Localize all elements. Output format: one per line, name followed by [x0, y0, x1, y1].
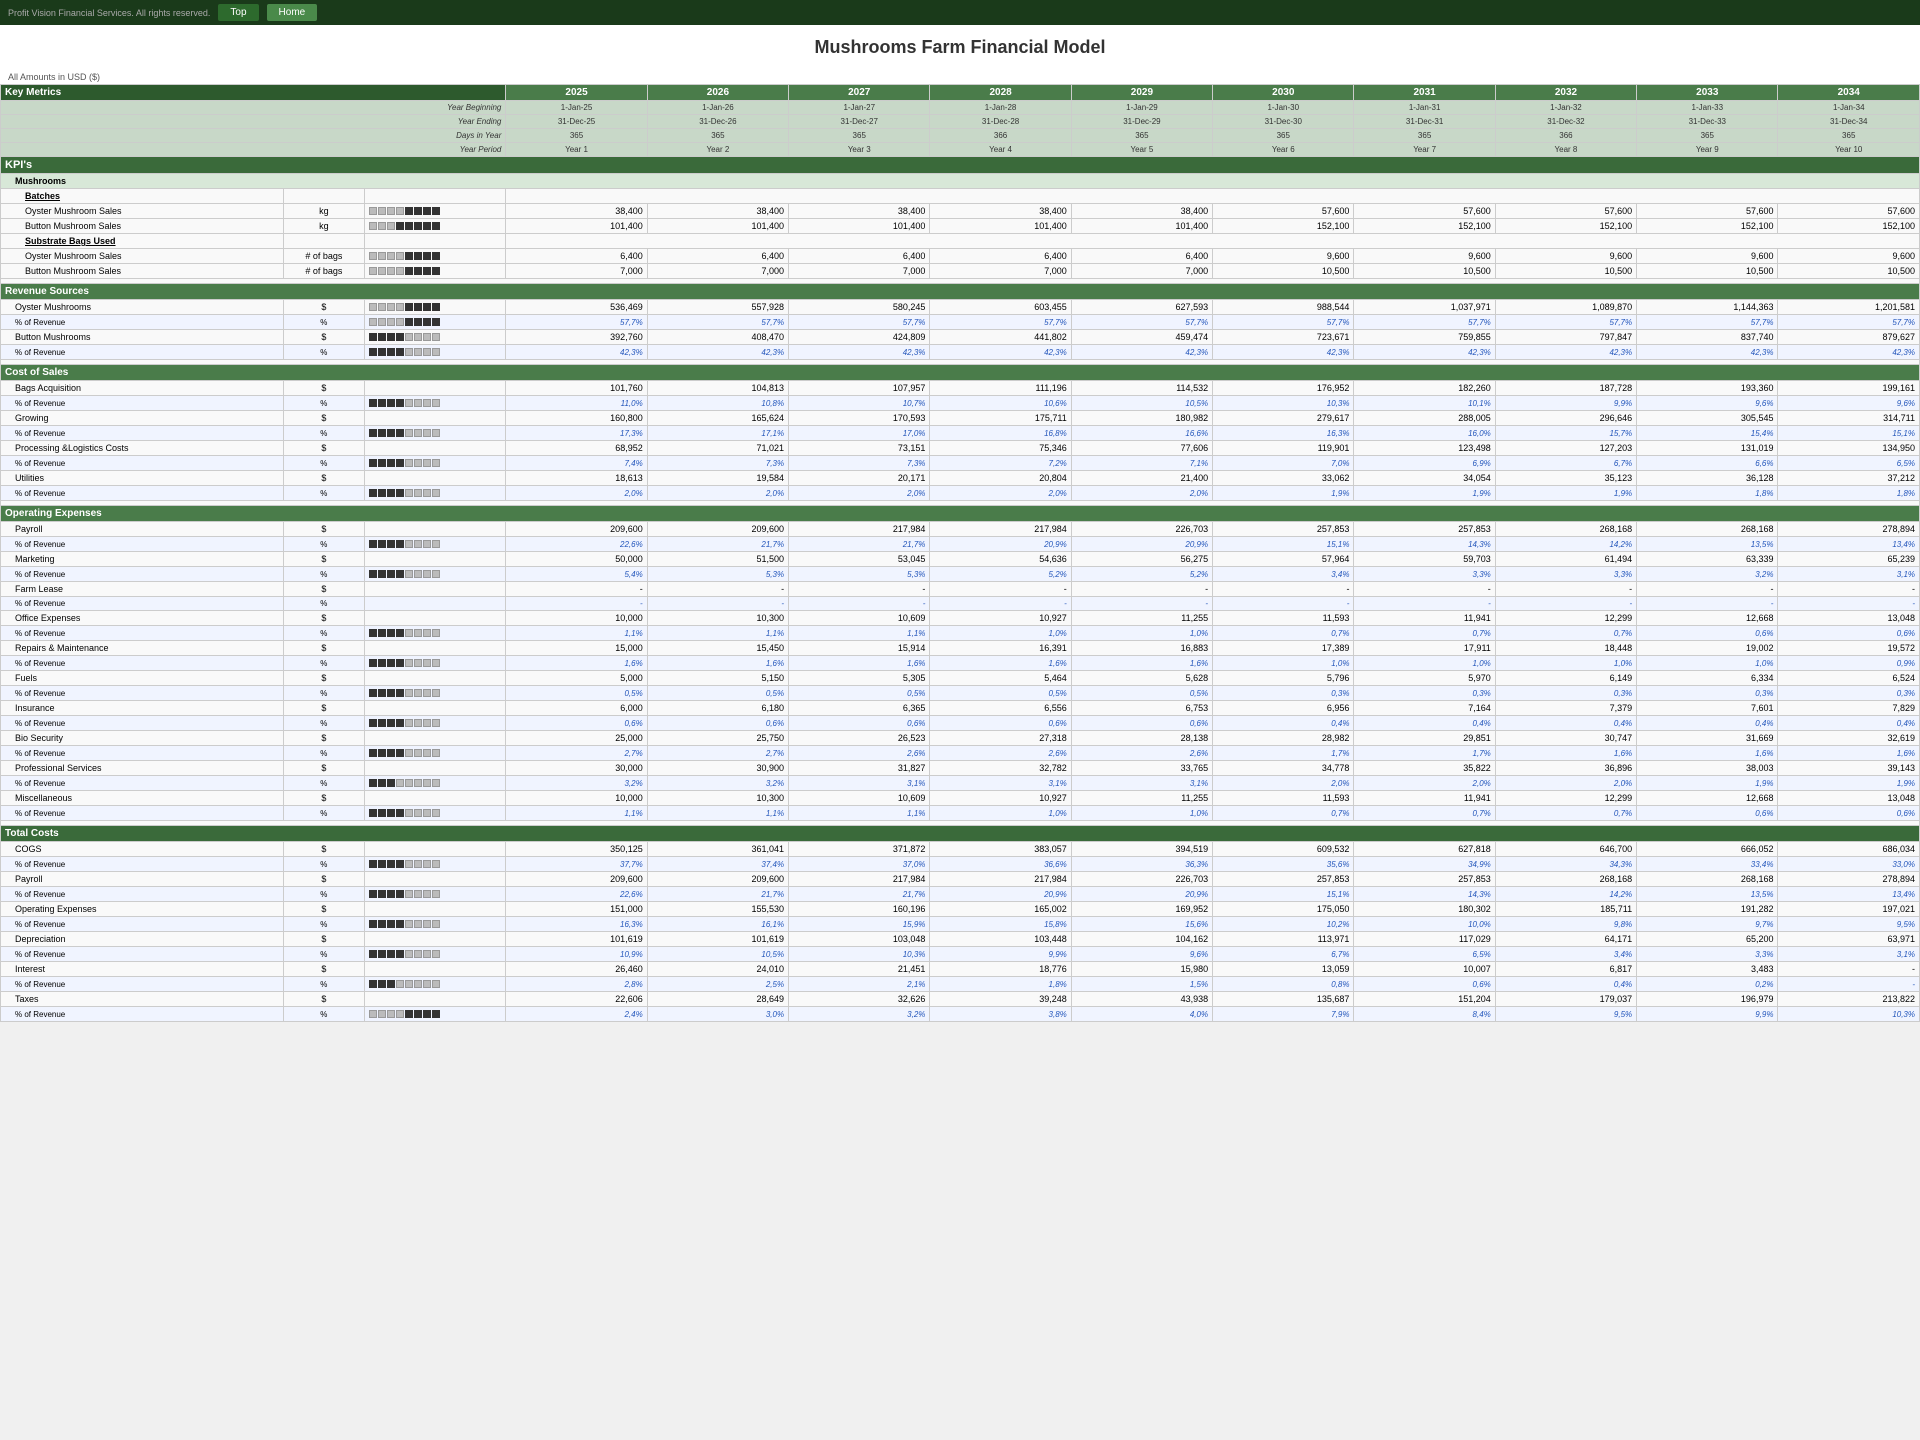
brand-label: Profit Vision Financial Services. All ri… [8, 8, 210, 18]
fuels-row: Fuels $ 5,0005,150 5,3055,464 5,6285,796… [1, 671, 1920, 686]
office-expenses-pct-row: % of Revenue % 1,1%1,1% 1,1%1,0% 1,0%0,7… [1, 626, 1920, 641]
depreciation-row: Depreciation $ 101,619101,619 103,048103… [1, 932, 1920, 947]
marketing-pct-row: % of Revenue % 5,4%5,3% 5,3%5,2% 5,2%3,4… [1, 567, 1920, 582]
bags-acq-pct-row: % of Revenue % 11,0% 10,8% 10,7% 10,6% 1… [1, 396, 1920, 411]
miscellaneous-row: Miscellaneous $ 10,00010,300 10,60910,92… [1, 791, 1920, 806]
taxes-row: Taxes $ 22,60628,649 32,62639,248 43,938… [1, 992, 1920, 1007]
button-revenue-row: Button Mushrooms $ 392,760 408,470 424,8… [1, 330, 1920, 345]
year-2026: 2026 [647, 85, 788, 101]
miscellaneous-pct-row: % of Revenue % 1,1%1,1% 1,1%1,0% 1,0%0,7… [1, 806, 1920, 821]
operating-expenses-header: Operating Expenses [1, 506, 1920, 522]
top-button[interactable]: Top [218, 4, 258, 21]
fuels-pct-row: % of Revenue % 0,5%0,5% 0,5%0,5% 0,5%0,3… [1, 686, 1920, 701]
growing-row: Growing $ 160,800165,624 170,593175,711 … [1, 411, 1920, 426]
tc-op-exp-pct-row: % of Revenue % 16,3%16,1% 15,9%15,8% 15,… [1, 917, 1920, 932]
year-2034: 2034 [1778, 85, 1920, 101]
year-2032: 2032 [1495, 85, 1636, 101]
sub-header-period: Year Period Year 1Year 2 Year 3Year 4 Ye… [1, 143, 1920, 157]
total-costs-header: Total Costs [1, 826, 1920, 842]
sub-header-ending: Year Ending 31-Dec-2531-Dec-26 31-Dec-27… [1, 115, 1920, 129]
year-2025: 2025 [506, 85, 647, 101]
bio-security-pct-row: % of Revenue % 2,7%2,7% 2,6%2,6% 2,6%1,7… [1, 746, 1920, 761]
processing-row: Processing &Logistics Costs $ 68,95271,0… [1, 441, 1920, 456]
button-pct-row: % of Revenue % 42,3% 42,3% 42,3% 42,3% 4… [1, 345, 1920, 360]
cogs-row: COGS $ 350,125361,041 371,872383,057 394… [1, 842, 1920, 857]
financial-table: Key Metrics 2025 2026 2027 2028 2029 203… [0, 84, 1920, 1022]
oyster-bags-row: Oyster Mushroom Sales # of bags 6,400 6,… [1, 249, 1920, 264]
key-metrics-header-row: Key Metrics 2025 2026 2027 2028 2029 203… [1, 85, 1920, 101]
office-expenses-row: Office Expenses $ 10,00010,300 10,60910,… [1, 611, 1920, 626]
utilities-row: Utilities $ 18,61319,584 20,17120,804 21… [1, 471, 1920, 486]
page-title: Mushrooms Farm Financial Model [0, 25, 1920, 70]
revenue-sources-header: Revenue Sources [1, 284, 1920, 300]
growing-pct-row: % of Revenue % 17,3%17,1% 17,0%16,8% 16,… [1, 426, 1920, 441]
oyster-pct-row: % of Revenue % 57,7% 57,7% 57,7% 57,7% 5… [1, 315, 1920, 330]
year-2028: 2028 [930, 85, 1071, 101]
key-metrics-label: Key Metrics [1, 85, 506, 101]
year-2027: 2027 [789, 85, 930, 101]
year-2029: 2029 [1071, 85, 1212, 101]
processing-pct-row: % of Revenue % 7,4%7,3% 7,3%7,2% 7,1%7,0… [1, 456, 1920, 471]
cogs-pct-row: % of Revenue % 37,7%37,4% 37,0%36,6% 36,… [1, 857, 1920, 872]
bio-security-row: Bio Security $ 25,00025,750 26,52327,318… [1, 731, 1920, 746]
repairs-row: Repairs & Maintenance $ 15,00015,450 15,… [1, 641, 1920, 656]
insurance-pct-row: % of Revenue % 0,6%0,6% 0,6%0,6% 0,6%0,4… [1, 716, 1920, 731]
substrate-bags-header-row: Substrate Bags Used [1, 234, 1920, 249]
taxes-pct-row: % of Revenue % 2,4%3,0% 3,2%3,8% 4,0%7,9… [1, 1007, 1920, 1022]
sub-header-days: Days in Year 365365 365366 365365 365366… [1, 129, 1920, 143]
mushrooms-header: Mushrooms [1, 174, 1920, 189]
interest-row: Interest $ 26,46024,010 21,45118,776 15,… [1, 962, 1920, 977]
amounts-label: All Amounts in USD ($) [0, 70, 1920, 84]
prof-services-row: Professional Services $ 30,00030,900 31,… [1, 761, 1920, 776]
tc-payroll-pct-row: % of Revenue % 22,6%21,7% 21,7%20,9% 20,… [1, 887, 1920, 902]
farm-lease-pct-row: % of Revenue % -- -- -- -- -- [1, 597, 1920, 611]
button-mushroom-kg-row: Button Mushroom Sales kg 101,400 101,400… [1, 219, 1920, 234]
utilities-pct-row: % of Revenue % 2,0%2,0% 2,0%2,0% 2,0%1,9… [1, 486, 1920, 501]
batches-row: Batches [1, 189, 1920, 204]
kpis-section-header: KPI's [1, 157, 1920, 174]
prof-services-pct-row: % of Revenue % 3,2%3,2% 3,1%3,1% 3,1%2,0… [1, 776, 1920, 791]
button-bags-row: Button Mushroom Sales # of bags 7,000 7,… [1, 264, 1920, 279]
marketing-row: Marketing $ 50,00051,500 53,04554,636 56… [1, 552, 1920, 567]
oyster-mushroom-kg-row: Oyster Mushroom Sales kg 38,400 38,400 3… [1, 204, 1920, 219]
top-bar: Profit Vision Financial Services. All ri… [0, 0, 1920, 25]
main-table-wrapper: Key Metrics 2025 2026 2027 2028 2029 203… [0, 84, 1920, 1022]
tc-op-exp-row: Operating Expenses $ 151,000155,530 160,… [1, 902, 1920, 917]
bags-acq-row: Bags Acquisition $ 101,760 104,813 107,9… [1, 381, 1920, 396]
insurance-row: Insurance $ 6,0006,180 6,3656,556 6,7536… [1, 701, 1920, 716]
home-button[interactable]: Home [267, 4, 318, 21]
farm-lease-row: Farm Lease $ -- -- -- -- -- [1, 582, 1920, 597]
year-2031: 2031 [1354, 85, 1495, 101]
repairs-pct-row: % of Revenue % 1,6%1,6% 1,6%1,6% 1,6%1,0… [1, 656, 1920, 671]
sub-header-beginning: Year Beginning 1-Jan-251-Jan-26 1-Jan-27… [1, 101, 1920, 115]
payroll-row: Payroll $ 209,600209,600 217,984217,984 … [1, 522, 1920, 537]
depreciation-pct-row: % of Revenue % 10,9%10,5% 10,3%9,9% 9,6%… [1, 947, 1920, 962]
year-2033: 2033 [1637, 85, 1778, 101]
cost-of-sales-header: Cost of Sales [1, 365, 1920, 381]
tc-payroll-row: Payroll $ 209,600209,600 217,984217,984 … [1, 872, 1920, 887]
oyster-revenue-row: Oyster Mushrooms $ 536,469 557,928 580,2… [1, 300, 1920, 315]
payroll-pct-row: % of Revenue % 22,6%21,7% 21,7%20,9% 20,… [1, 537, 1920, 552]
year-2030: 2030 [1213, 85, 1354, 101]
interest-pct-row: % of Revenue % 2,8%2,5% 2,1%1,8% 1,5%0,8… [1, 977, 1920, 992]
